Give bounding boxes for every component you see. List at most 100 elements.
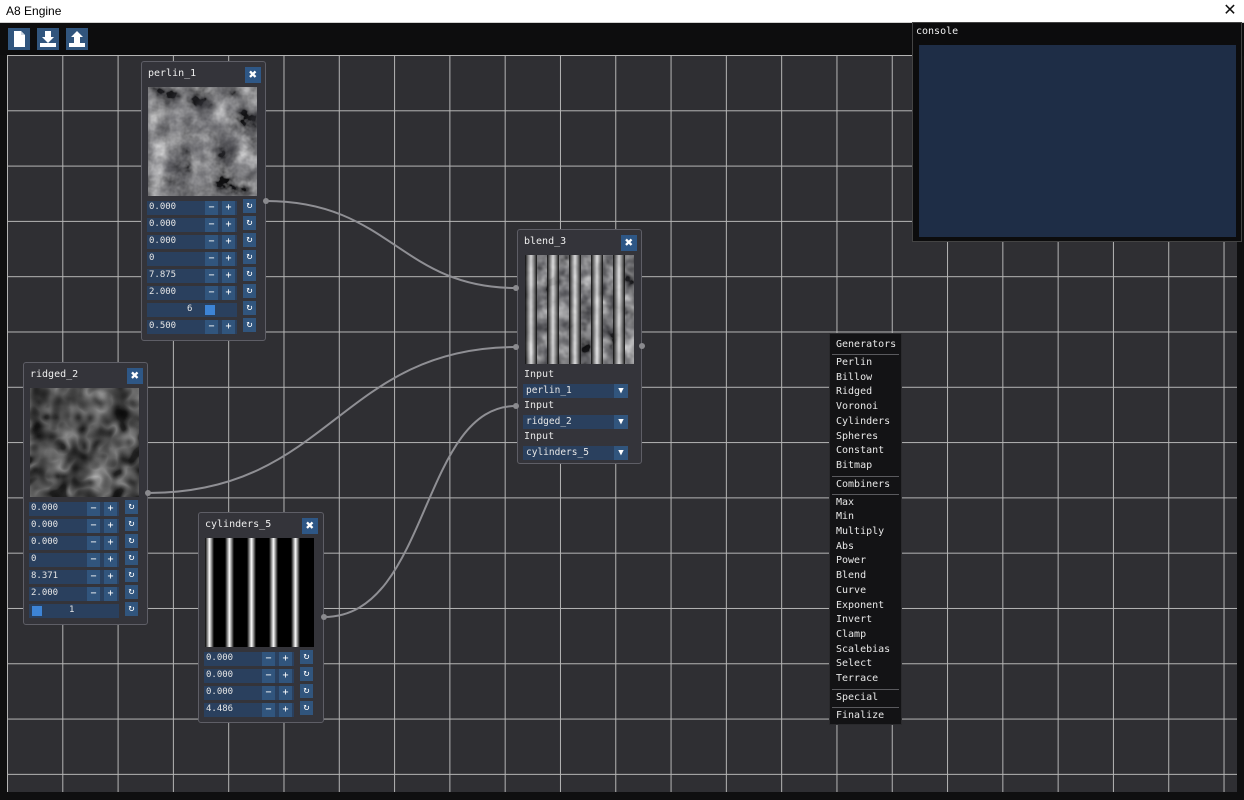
decrement-button[interactable]: − (87, 502, 100, 516)
reset-icon[interactable]: ↻ (125, 585, 138, 599)
number-field[interactable]: 2.000 − + (147, 286, 237, 300)
number-field[interactable]: 2.000 − + (29, 587, 119, 601)
decrement-button[interactable]: − (205, 320, 218, 334)
number-field[interactable]: 4.486 − + (204, 703, 294, 717)
window-close-button[interactable]: ✕ (1216, 0, 1244, 22)
number-field[interactable]: 0.500 − + (147, 320, 237, 334)
number-field[interactable]: 0.000 − + (29, 519, 119, 533)
increment-button[interactable]: + (222, 252, 235, 266)
number-field[interactable]: 0 − + (29, 553, 119, 567)
menu-item[interactable]: Blend (836, 570, 866, 581)
menu-item[interactable]: Invert (836, 614, 872, 625)
slider-knob[interactable] (205, 305, 215, 315)
menu-item[interactable]: Constant (836, 445, 884, 456)
menu-item[interactable]: Multiply (836, 526, 884, 537)
reset-icon[interactable]: ↻ (125, 517, 138, 531)
reset-icon[interactable]: ↻ (125, 534, 138, 548)
close-node-button[interactable]: ✖ (245, 67, 261, 83)
decrement-button[interactable]: − (205, 252, 218, 266)
number-field[interactable]: 8.371 − + (29, 570, 119, 584)
increment-button[interactable]: + (104, 502, 117, 516)
reset-icon[interactable]: ↻ (300, 701, 313, 715)
increment-button[interactable]: + (279, 686, 292, 700)
number-field[interactable]: 7.875 − + (147, 269, 237, 283)
reset-icon[interactable]: ↻ (243, 267, 256, 281)
output-port[interactable] (321, 614, 327, 620)
number-field[interactable]: 0.000 − + (147, 201, 237, 215)
decrement-button[interactable]: − (87, 570, 100, 584)
decrement-button[interactable]: − (262, 652, 275, 666)
increment-button[interactable]: + (104, 536, 117, 550)
increment-button[interactable]: + (279, 703, 292, 717)
menu-header[interactable]: Finalize (836, 710, 884, 721)
menu-item[interactable]: Spheres (836, 431, 878, 442)
increment-button[interactable]: + (279, 652, 292, 666)
increment-button[interactable]: + (104, 587, 117, 601)
input-select-3[interactable]: cylinders_5 ▼ (523, 446, 628, 460)
menu-item[interactable]: Exponent (836, 600, 884, 611)
menu-item[interactable]: Curve (836, 585, 866, 596)
decrement-button[interactable]: − (205, 201, 218, 215)
import-button[interactable] (37, 28, 59, 50)
reset-icon[interactable]: ↻ (125, 568, 138, 582)
node-blend[interactable]: blend_3 ✖ Input perlin_1 ▼ Input ridged_2… (517, 229, 642, 464)
menu-item[interactable]: Select (836, 658, 872, 669)
close-node-button[interactable]: ✖ (621, 235, 637, 251)
decrement-button[interactable]: − (262, 703, 275, 717)
number-field[interactable]: 0.000 − + (29, 536, 119, 550)
reset-icon[interactable]: ↻ (125, 551, 138, 565)
reset-icon[interactable]: ↻ (125, 602, 138, 616)
menu-item[interactable]: Billow (836, 372, 872, 383)
menu-header[interactable]: Combiners (836, 479, 890, 490)
menu-item[interactable]: Voronoi (836, 401, 878, 412)
increment-button[interactable]: + (222, 218, 235, 232)
console-output[interactable] (919, 45, 1236, 237)
menu-item[interactable]: Power (836, 555, 866, 566)
output-port[interactable] (639, 343, 645, 349)
number-field[interactable]: 0.000 − + (29, 502, 119, 516)
reset-icon[interactable]: ↻ (125, 500, 138, 514)
input-port[interactable] (513, 285, 519, 291)
reset-icon[interactable]: ↻ (300, 667, 313, 681)
menu-item[interactable]: Min (836, 511, 854, 522)
menu-header[interactable]: Generators (836, 339, 896, 350)
number-field[interactable]: 0.000 − + (204, 686, 294, 700)
slider-field[interactable]: 6 (147, 303, 237, 317)
slider-field[interactable]: 1 (29, 604, 119, 618)
node-ridged[interactable]: ridged_2 ✖ 0.000− + ↻ 0.000− + ↻ 0.000− + ↻ 0− + ↻ 8… (23, 362, 148, 625)
menu-header[interactable]: Special (836, 692, 878, 703)
decrement-button[interactable]: − (87, 587, 100, 601)
increment-button[interactable]: + (279, 669, 292, 683)
number-field[interactable]: 0.000 − + (147, 218, 237, 232)
number-field[interactable]: 0.000 − + (204, 652, 294, 666)
export-button[interactable] (66, 28, 88, 50)
menu-item[interactable]: Bitmap (836, 460, 872, 471)
menu-item[interactable]: Scalebias (836, 644, 890, 655)
reset-icon[interactable]: ↻ (243, 250, 256, 264)
reset-icon[interactable]: ↻ (300, 684, 313, 698)
decrement-button[interactable]: − (205, 235, 218, 249)
increment-button[interactable]: + (222, 269, 235, 283)
node-perlin[interactable]: perlin_1 ✖ 0.000− + ↻ 0.000− + ↻ 0.000− + ↻ 0− + ↻ 7… (141, 61, 266, 341)
reset-icon[interactable]: ↻ (300, 650, 313, 664)
decrement-button[interactable]: − (205, 286, 218, 300)
decrement-button[interactable]: − (87, 536, 100, 550)
increment-button[interactable]: + (222, 320, 235, 334)
input-select-2[interactable]: ridged_2 ▼ (523, 415, 628, 429)
input-port[interactable] (513, 403, 519, 409)
output-port[interactable] (145, 490, 151, 496)
increment-button[interactable]: + (222, 286, 235, 300)
output-port[interactable] (263, 198, 269, 204)
decrement-button[interactable]: − (87, 519, 100, 533)
reset-icon[interactable]: ↻ (243, 216, 256, 230)
close-node-button[interactable]: ✖ (302, 518, 318, 534)
reset-icon[interactable]: ↻ (243, 301, 256, 315)
node-cylinders[interactable]: cylinders_5 ✖ 0.000− + ↻ 0.000− + ↻ 0.000− + ↻ 4.… (198, 512, 324, 723)
menu-item[interactable]: Cylinders (836, 416, 890, 427)
number-field[interactable]: 0 − + (147, 252, 237, 266)
new-file-button[interactable] (8, 28, 30, 50)
reset-icon[interactable]: ↻ (243, 233, 256, 247)
decrement-button[interactable]: − (262, 686, 275, 700)
increment-button[interactable]: + (104, 519, 117, 533)
number-field[interactable]: 0.000 − + (204, 669, 294, 683)
